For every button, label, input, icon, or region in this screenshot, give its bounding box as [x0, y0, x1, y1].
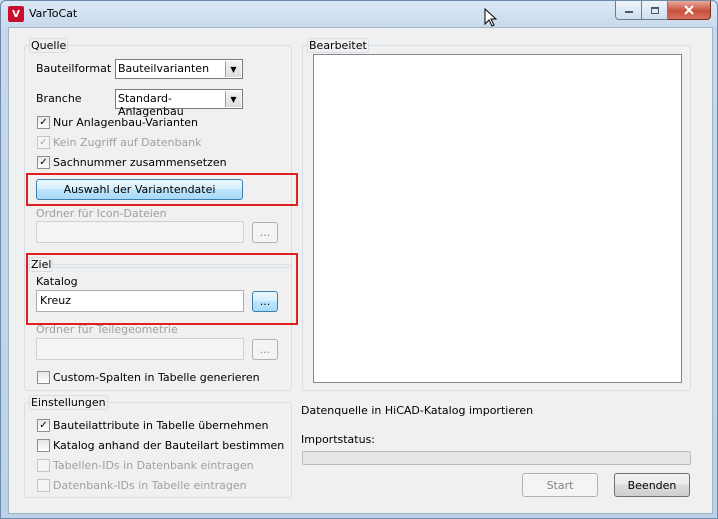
chk-anlagenbau-label[interactable]: Nur Anlagenbau-Varianten	[53, 116, 198, 129]
chevron-down-icon: ▼	[225, 61, 241, 77]
chk-bauteilart-label[interactable]: Katalog anhand der Bauteilart bestimmen	[53, 439, 284, 452]
chevron-down-icon: ▼	[225, 91, 241, 107]
chk-kein-zugriff-box: ✓	[37, 136, 50, 149]
bauteilformat-value: Bauteilvarianten	[118, 62, 210, 75]
quelle-group-label: Quelle	[29, 38, 69, 53]
einstellungen-group-label: Einstellungen	[29, 395, 108, 410]
teilegeometrie-label: Ordner für Teilegeometrie	[36, 323, 178, 336]
chk-kein-zugriff-label: Kein Zugriff auf Datenbank	[53, 136, 202, 149]
highlight-box-ziel	[26, 253, 298, 325]
main-window: V VarToCat Quelle Bauteilformat Bauteilv…	[0, 0, 718, 519]
maximize-button[interactable]	[642, 1, 668, 20]
import-progress-bar	[302, 451, 691, 465]
minimize-icon	[624, 11, 633, 13]
mouse-pointer-icon	[484, 8, 498, 27]
chk-tabellen-ids-label: Tabellen-IDs in Datenbank eintragen	[53, 459, 254, 472]
highlight-box-auswahl	[26, 173, 298, 206]
bauteilformat-select[interactable]: Bauteilvarianten ▼	[115, 59, 243, 79]
branche-label: Branche	[36, 92, 82, 105]
chk-bauteilart-box[interactable]	[37, 439, 50, 452]
chk-custom-label[interactable]: Custom-Spalten in Tabelle generieren	[53, 371, 260, 384]
start-button: Start	[522, 473, 598, 497]
check-icon: ✓	[39, 137, 48, 148]
window-title: VarToCat	[29, 7, 78, 20]
check-icon: ✓	[39, 157, 48, 168]
check-icon: ✓	[39, 117, 48, 128]
maximize-icon	[650, 6, 659, 14]
chk-custom-box[interactable]	[37, 371, 50, 384]
chk-datenbank-ids-box	[37, 479, 50, 492]
chk-attribute-label[interactable]: Bauteilattribute in Tabelle übernehmen	[53, 419, 268, 432]
teilegeometrie-input	[36, 338, 244, 360]
teilegeometrie-browse-button: ...	[252, 339, 278, 360]
close-button[interactable]	[668, 1, 711, 20]
beenden-button[interactable]: Beenden	[614, 473, 690, 497]
datenquelle-text: Datenquelle in HiCAD-Katalog importieren	[301, 404, 534, 417]
icon-ordner-label: Ordner für Icon-Dateien	[36, 207, 167, 220]
chk-attribute-box[interactable]: ✓	[37, 419, 50, 432]
bearbeitet-listbox[interactable]	[313, 54, 682, 383]
chk-anlagenbau-box[interactable]: ✓	[37, 116, 50, 129]
close-icon	[684, 5, 694, 15]
branche-value: Standard-Anlagenbau	[118, 92, 184, 118]
chk-sachnummer-label[interactable]: Sachnummer zusammensetzen	[53, 156, 227, 169]
chk-tabellen-ids-box	[37, 459, 50, 472]
icon-ordner-input	[36, 221, 244, 243]
title-bar[interactable]: V VarToCat	[1, 1, 717, 27]
check-icon: ✓	[39, 420, 48, 431]
minimize-button[interactable]	[615, 1, 642, 20]
importstatus-label: Importstatus:	[301, 433, 376, 446]
bauteilformat-label: Bauteilformat	[36, 62, 112, 75]
vartocat-app-icon[interactable]: V	[8, 6, 24, 22]
icon-ordner-browse-button: ...	[252, 222, 278, 243]
chk-sachnummer-box[interactable]: ✓	[37, 156, 50, 169]
branche-select[interactable]: Standard-Anlagenbau ▼	[115, 89, 243, 118]
app-icon-letter: V	[12, 8, 20, 20]
dialog-client-area: Quelle Bauteilformat Bauteilvarianten ▼ …	[8, 27, 713, 514]
chk-datenbank-ids-label: Datenbank-IDs in Tabelle eintragen	[53, 479, 247, 492]
bearbeitet-group-label: Bearbeitet	[307, 38, 369, 53]
